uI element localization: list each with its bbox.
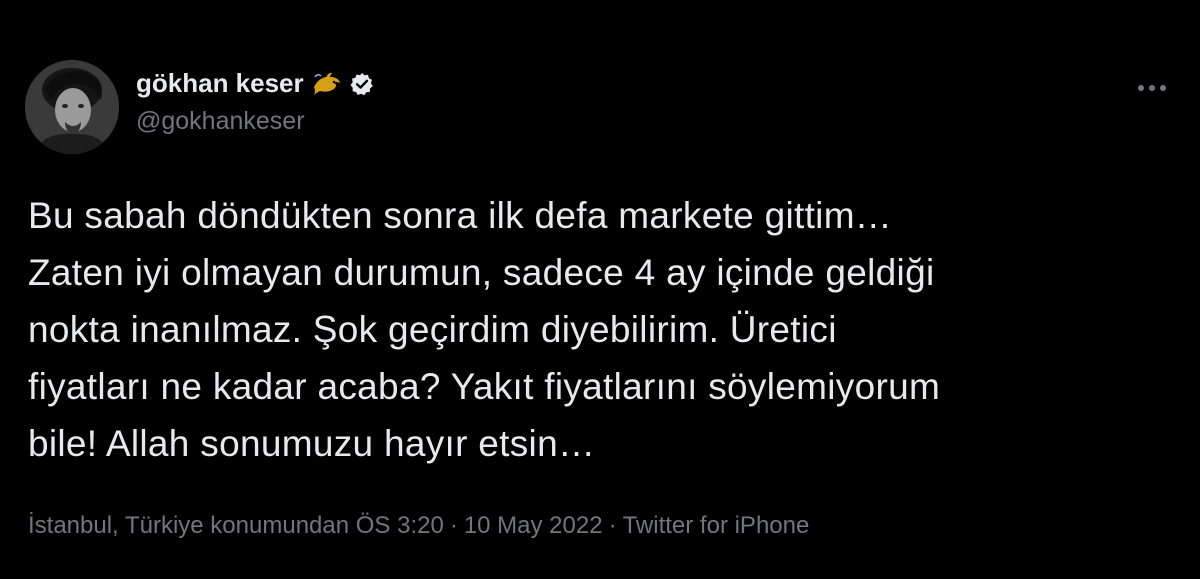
tweet-date[interactable]: 10 May 2022 (464, 512, 603, 539)
tweet-text-line: nokta inanılmaz. Şok geçirdim diyebiliri… (28, 309, 837, 350)
meta-separator: · (449, 512, 458, 539)
verified-badge-icon (350, 72, 374, 96)
meta-separator: · (608, 512, 617, 539)
tweet-text: Bu sabah döndükten sonra ilk defa market… (28, 187, 1168, 472)
tweet-location-time[interactable]: İstanbul, Türkiye konumundan ÖS 3:20 (28, 512, 444, 539)
avatar-image (25, 60, 119, 154)
tweet-source[interactable]: Twitter for iPhone (623, 512, 810, 539)
tweet-metadata: İstanbul, Türkiye konumundan ÖS 3:20 · 10 … (28, 512, 809, 540)
tweet-text-line: Bu sabah döndükten sonra ilk defa market… (28, 195, 893, 236)
tweet-text-line: Zaten iyi olmayan durumun, sadece 4 ay i… (28, 252, 935, 293)
tweet-card: gökhan keser @gokhankeser Bu sabah döndü… (0, 0, 1200, 579)
author-name[interactable]: gökhan keser (136, 68, 304, 99)
more-options-button[interactable] (1132, 68, 1172, 108)
tweet-text-line: fiyatları ne kadar acaba? Yakıt fiyatlar… (28, 366, 941, 407)
dolphin-emoji-icon (312, 71, 342, 97)
author-name-row[interactable]: gökhan keser (136, 68, 374, 99)
more-options-icon (1138, 85, 1166, 91)
tweet-text-line: bile! Allah sonumuzu hayır etsin… (28, 423, 596, 464)
author-handle[interactable]: @gokhankeser (136, 107, 305, 136)
author-avatar[interactable] (25, 60, 119, 154)
